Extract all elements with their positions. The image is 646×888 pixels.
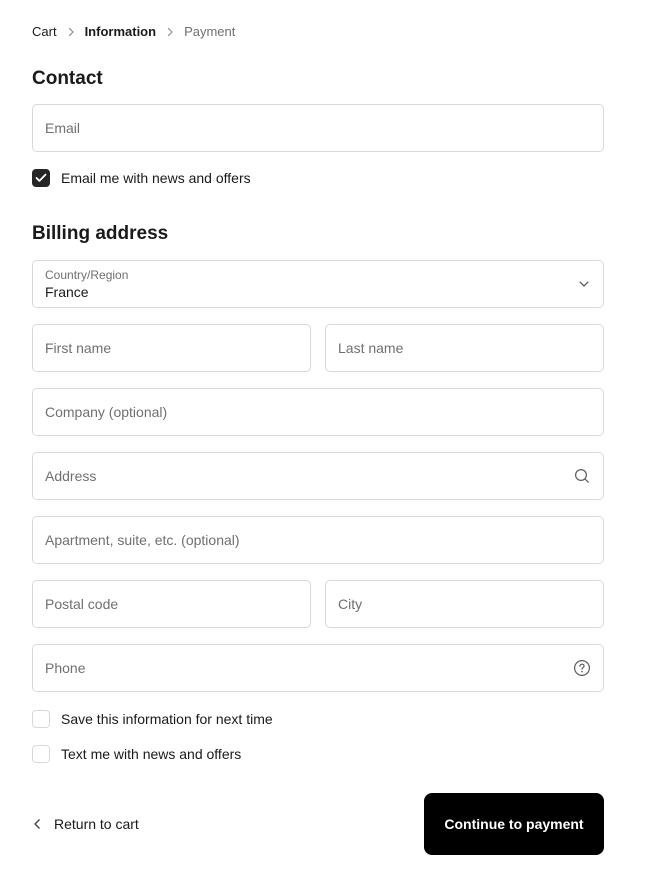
last-name-input[interactable] bbox=[325, 324, 604, 372]
newsletter-checkbox[interactable] bbox=[32, 169, 50, 187]
return-to-cart-link[interactable]: Return to cart bbox=[32, 816, 139, 832]
help-circle-icon[interactable] bbox=[573, 659, 591, 677]
chevron-down-icon bbox=[578, 280, 590, 288]
email-field bbox=[32, 104, 604, 152]
sms-checkbox-label[interactable]: Text me with news and offers bbox=[61, 746, 241, 762]
company-field bbox=[32, 388, 604, 436]
country-select[interactable]: Country/Region France bbox=[32, 260, 604, 308]
chevron-left-icon bbox=[32, 818, 43, 830]
save-info-checkbox[interactable] bbox=[32, 710, 50, 728]
apartment-field bbox=[32, 516, 604, 564]
postal-city-row bbox=[32, 580, 604, 628]
contact-heading: Contact bbox=[32, 68, 604, 90]
breadcrumb-item-payment: Payment bbox=[184, 24, 235, 40]
apartment-input[interactable] bbox=[32, 516, 604, 564]
country-select-label: Country/Region bbox=[45, 268, 567, 283]
breadcrumb-item-information: Information bbox=[85, 24, 157, 40]
city-input[interactable] bbox=[325, 580, 604, 628]
phone-field bbox=[32, 644, 604, 692]
search-icon bbox=[573, 467, 591, 485]
name-row bbox=[32, 324, 604, 372]
postal-code-field bbox=[32, 580, 311, 628]
breadcrumb-item-cart[interactable]: Cart bbox=[32, 24, 57, 40]
billing-address-heading: Billing address bbox=[32, 223, 604, 245]
save-info-checkbox-row[interactable]: Save this information for next time bbox=[32, 710, 604, 728]
chevron-right-icon bbox=[66, 27, 76, 37]
chevron-right-icon bbox=[165, 27, 175, 37]
sms-checkbox[interactable] bbox=[32, 745, 50, 763]
save-info-checkbox-label[interactable]: Save this information for next time bbox=[61, 711, 273, 727]
checkmark-icon bbox=[35, 173, 47, 183]
last-name-field bbox=[325, 324, 604, 372]
breadcrumb: Cart Information Payment bbox=[32, 24, 604, 40]
address-input[interactable] bbox=[32, 452, 604, 500]
city-field bbox=[325, 580, 604, 628]
country-select-value: France bbox=[45, 283, 567, 301]
checkout-page: Cart Information Payment Contact Email m… bbox=[0, 0, 646, 855]
first-name-field bbox=[32, 324, 311, 372]
address-field bbox=[32, 452, 604, 500]
sms-checkbox-row[interactable]: Text me with news and offers bbox=[32, 745, 604, 763]
phone-input[interactable] bbox=[32, 644, 604, 692]
company-input[interactable] bbox=[32, 388, 604, 436]
newsletter-checkbox-label[interactable]: Email me with news and offers bbox=[61, 170, 251, 186]
return-to-cart-label: Return to cart bbox=[54, 816, 139, 832]
first-name-input[interactable] bbox=[32, 324, 311, 372]
footer-actions: Return to cart Continue to payment bbox=[32, 793, 604, 855]
email-input[interactable] bbox=[32, 104, 604, 152]
newsletter-checkbox-row[interactable]: Email me with news and offers bbox=[32, 169, 604, 187]
postal-code-input[interactable] bbox=[32, 580, 311, 628]
continue-to-payment-button[interactable]: Continue to payment bbox=[424, 793, 604, 855]
